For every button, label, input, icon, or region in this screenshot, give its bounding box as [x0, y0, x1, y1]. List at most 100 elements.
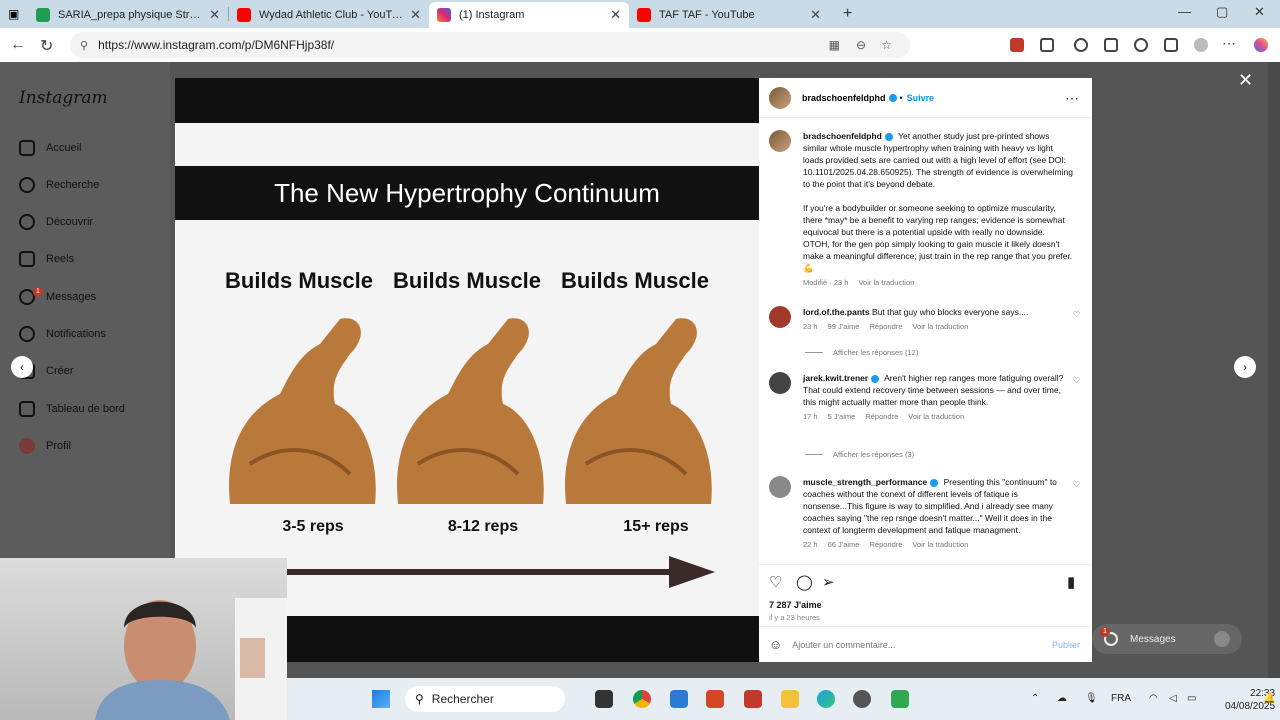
share-icon[interactable]: ➢ [822, 573, 835, 591]
maximize-icon[interactable]: ▢ [1216, 4, 1228, 20]
close-post-icon[interactable]: ✕ [1238, 70, 1253, 91]
extension-icon[interactable] [1010, 38, 1024, 52]
author-avatar[interactable] [769, 86, 791, 109]
new-tab-icon[interactable]: + [843, 5, 852, 23]
sidebar-item-recherche[interactable]: Recherche [19, 175, 99, 195]
app-icon[interactable] [853, 690, 871, 708]
save-bookmark-icon[interactable]: ▮ [1067, 573, 1075, 591]
messages-floating-button[interactable]: 1 Messages [1092, 624, 1242, 654]
powerpoint-icon[interactable] [706, 690, 724, 708]
comment-likes[interactable]: 99 J'aime [828, 322, 860, 331]
notifications-bell-icon[interactable]: 🔔 [1263, 693, 1275, 704]
microphone-icon[interactable]: 🎙 [1085, 693, 1098, 704]
url-text: https://www.instagram.com/p/DM6NFHjp38f/ [98, 38, 335, 52]
reply-button[interactable]: Répondre [869, 540, 902, 549]
author-username[interactable]: bradschoenfeldphd [802, 93, 886, 103]
more-menu-icon[interactable]: ⋯ [1222, 35, 1236, 52]
sidebar-item-messages[interactable]: 1 Messages [19, 287, 96, 307]
emoji-icon[interactable]: ☺ [769, 637, 782, 652]
browser-essentials-icon[interactable] [1074, 38, 1088, 52]
start-windows-icon[interactable] [372, 690, 390, 708]
reply-button[interactable]: Répondre [865, 412, 898, 421]
verified-badge-icon [930, 478, 939, 487]
follow-button[interactable]: Suivre [907, 93, 935, 103]
chevron-up-icon[interactable]: ⌃ [1031, 693, 1039, 704]
sidebar-item-notifications[interactable]: Notifications [19, 324, 106, 344]
zoom-icon[interactable]: ⊖ [856, 38, 866, 52]
previous-post-icon[interactable]: ‹ [11, 356, 33, 378]
comment-likes[interactable]: 66 J'aime [828, 540, 860, 549]
tab-instagram[interactable]: (1) Instagram ✕ [429, 2, 629, 28]
reply-button[interactable]: Répondre [869, 322, 902, 331]
edge-icon[interactable] [817, 690, 835, 708]
like-comment-icon[interactable]: ♡ [1073, 310, 1080, 319]
instagram-logo[interactable]: Instagram [19, 88, 108, 108]
cloud-icon[interactable]: ☁ [1057, 693, 1067, 704]
app-icon[interactable] [670, 690, 688, 708]
comment-username[interactable]: lord.of.the.pants [803, 307, 870, 317]
profile-avatar-icon[interactable] [1194, 38, 1208, 52]
app-icon[interactable] [891, 690, 909, 708]
commenter-avatar[interactable] [769, 476, 791, 498]
battery-icon[interactable]: ▭ [1187, 693, 1196, 704]
comments-list[interactable]: bradschoenfeldphd Yet another study just… [759, 120, 1092, 558]
tab-wydad[interactable]: Wydad Athletic Club - YouTube ✕ [229, 2, 429, 28]
address-bar[interactable]: ⚲ https://www.instagram.com/p/DM6NFHjp38… [70, 32, 910, 58]
extensions-puzzle-icon[interactable] [1040, 38, 1054, 52]
reload-icon[interactable]: ↻ [40, 36, 53, 56]
task-view-icon[interactable] [595, 690, 613, 708]
wifi-icon[interactable]: ◠ [1149, 693, 1158, 704]
translate-link[interactable]: Voir la traduction [912, 322, 968, 331]
close-tab-icon[interactable]: ✕ [810, 7, 821, 23]
comment-username[interactable]: jarek.kwit.trener [803, 373, 868, 383]
close-window-icon[interactable]: ✕ [1254, 4, 1265, 20]
taskbar-search[interactable]: ⚲ Rechercher [405, 686, 565, 712]
volume-icon[interactable]: ◁ [1169, 693, 1177, 704]
sidebar-item-tableau-de-bord[interactable]: Tableau de bord [19, 399, 125, 419]
minimize-icon[interactable]: — [1178, 4, 1191, 19]
translate-link[interactable]: Voir la traduction [858, 278, 914, 287]
commenter-avatar[interactable] [769, 372, 791, 394]
history-icon[interactable] [1134, 38, 1148, 52]
comment-likes[interactable]: 5 J'aime [828, 412, 856, 421]
show-replies-button[interactable]: Afficher les réponses (12) [805, 348, 918, 357]
copilot-icon[interactable] [1254, 38, 1268, 52]
show-replies-button[interactable]: Afficher les réponses (3) [805, 450, 914, 459]
site-info-icon[interactable]: ⚲ [80, 39, 88, 52]
caption-username[interactable]: bradschoenfeldphd [803, 131, 882, 141]
close-tab-icon[interactable]: ✕ [209, 7, 220, 23]
comment-username[interactable]: muscle_strength_performance [803, 477, 927, 487]
sidebar-item-profil[interactable]: Profil [19, 436, 71, 456]
close-tab-icon[interactable]: ✕ [410, 7, 421, 23]
tab-actions-icon[interactable]: ▣ [8, 7, 28, 21]
favorites-icon[interactable] [1104, 38, 1118, 52]
commenter-avatar[interactable] [769, 306, 791, 328]
like-comment-icon[interactable]: ♡ [1073, 376, 1080, 385]
shield-icon[interactable] [1164, 38, 1178, 52]
sidebar-item-reels[interactable]: Reels [19, 249, 74, 269]
comment-input[interactable]: Ajouter un commentaire... [792, 640, 895, 650]
app-icon[interactable] [744, 690, 762, 708]
sidebar-item-accueil[interactable]: Accueil [19, 138, 81, 158]
translate-link[interactable]: Voir la traduction [908, 412, 964, 421]
like-comment-icon[interactable]: ♡ [1073, 480, 1080, 489]
publish-button[interactable]: Publier [1052, 640, 1080, 650]
app-view-icon[interactable]: ▦ [829, 38, 840, 52]
file-explorer-icon[interactable] [781, 690, 799, 708]
comment-icon[interactable]: ◯ [796, 573, 813, 591]
page-scrollbar[interactable] [1268, 62, 1280, 678]
sidebar-item-decouvrir[interactable]: Découvrir [19, 212, 93, 232]
more-options-icon[interactable]: ⋯ [1065, 90, 1080, 107]
back-icon[interactable]: ← [10, 36, 26, 54]
translate-link[interactable]: Voir la traduction [912, 540, 968, 549]
close-tab-icon[interactable]: ✕ [610, 7, 621, 23]
tab-saria[interactable]: SARIA_prepa physique Stream - \ ✕ [28, 2, 228, 28]
next-post-icon[interactable]: › [1234, 356, 1256, 378]
author-avatar[interactable] [769, 130, 791, 152]
language-indicator[interactable]: FRA [1111, 693, 1131, 704]
like-icon[interactable]: ♡ [769, 573, 782, 591]
chrome-icon[interactable] [633, 690, 651, 708]
likes-count[interactable]: 7 287 J'aime [769, 600, 822, 610]
tab-taftaf[interactable]: TAF TAF - YouTube ✕ [629, 2, 829, 28]
favorite-star-icon[interactable]: ☆ [881, 38, 892, 52]
